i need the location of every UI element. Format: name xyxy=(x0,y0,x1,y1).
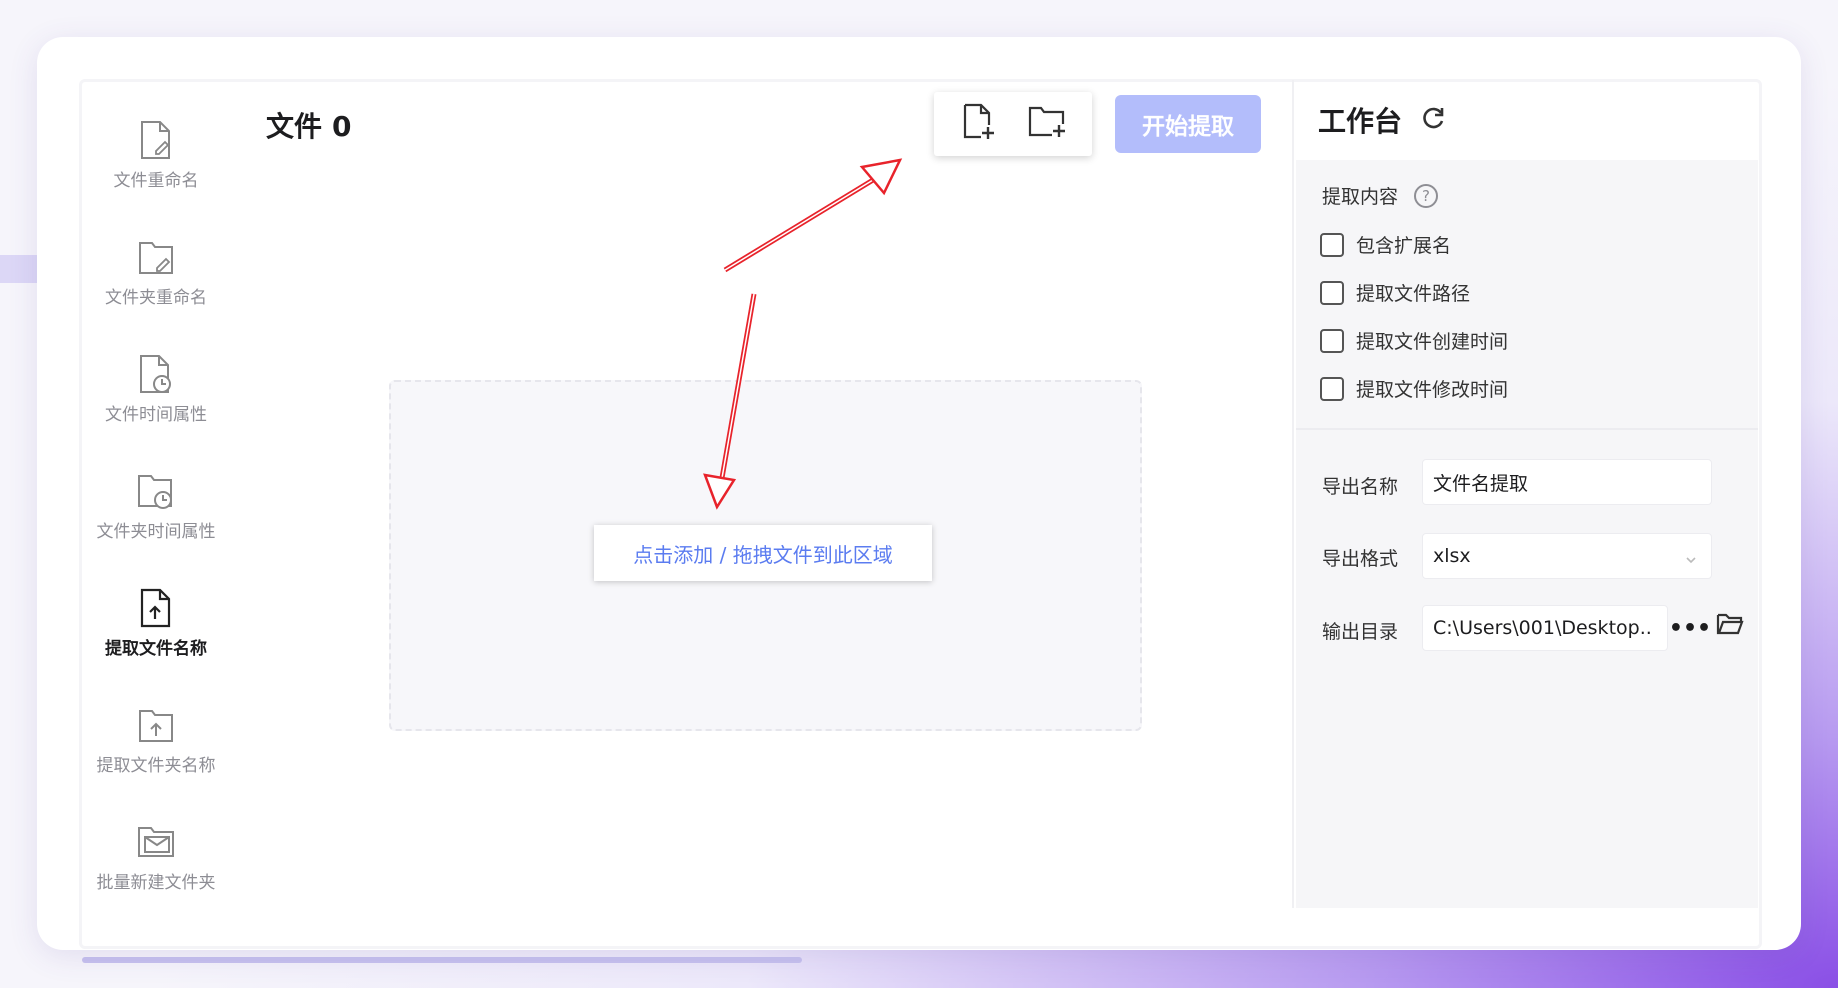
sidebar-item-folder-rename[interactable]: 文件夹重命名 xyxy=(76,235,236,325)
option-include-extension[interactable]: 包含扩展名 xyxy=(1320,231,1451,258)
sidebar-item-label: 文件重命名 xyxy=(113,171,199,191)
sidebar-item-label: 文件夹重命名 xyxy=(105,288,207,308)
sidebar-item-folder-time[interactable]: 文件夹时间属性 xyxy=(76,469,236,559)
export-name-value: 文件名提取 xyxy=(1433,472,1529,495)
file-count: 0 xyxy=(332,110,352,143)
start-extract-button[interactable]: 开始提取 xyxy=(1115,95,1261,153)
drop-zone-label[interactable]: 点击添加 / 拖拽文件到此区域 xyxy=(594,525,932,581)
export-name-label: 导出名称 xyxy=(1322,476,1399,498)
help-icon[interactable]: ? xyxy=(1414,183,1439,208)
export-format-value: xlsx xyxy=(1433,545,1471,567)
checkbox[interactable] xyxy=(1320,328,1344,353)
sidebar-item-batch-new-folder[interactable]: 批量新建文件夹 xyxy=(76,820,236,910)
checkbox[interactable] xyxy=(1320,280,1344,305)
file-clock-icon xyxy=(137,352,175,396)
output-dir-value: C:\Users\001\Desktop.. xyxy=(1433,617,1652,639)
export-format-select[interactable]: xlsx xyxy=(1422,533,1712,579)
sidebar-item-label: 提取文件名称 xyxy=(105,639,207,659)
export-name-input[interactable]: 文件名提取 xyxy=(1422,459,1712,505)
sidebar-item-file-rename[interactable]: 文件重命名 xyxy=(76,118,236,208)
file-upload-icon xyxy=(137,586,175,630)
workbench-header: 工作台 xyxy=(1318,100,1446,140)
option-extract-path[interactable]: 提取文件路径 xyxy=(1320,279,1470,306)
output-dir-label: 输出目录 xyxy=(1322,621,1399,643)
add-file-icon xyxy=(962,103,996,145)
refresh-icon[interactable] xyxy=(1420,105,1446,135)
folder-edit-icon xyxy=(137,235,175,279)
chevron-down-icon xyxy=(1685,548,1697,570)
option-extract-created-time[interactable]: 提取文件创建时间 xyxy=(1320,327,1508,354)
page-title: 文件 0 xyxy=(266,105,362,145)
sidebar-item-label: 文件时间属性 xyxy=(105,405,207,425)
option-extract-modified-time[interactable]: 提取文件修改时间 xyxy=(1320,375,1508,402)
open-folder-icon[interactable] xyxy=(1716,612,1744,640)
sidebar-item-label: 批量新建文件夹 xyxy=(96,873,216,893)
checkbox[interactable] xyxy=(1320,232,1344,257)
option-label: 包含扩展名 xyxy=(1356,235,1452,257)
sidebar-item-label: 文件夹时间属性 xyxy=(96,522,216,542)
option-label: 提取文件创建时间 xyxy=(1356,331,1509,353)
sidebar-item-label: 提取文件夹名称 xyxy=(96,756,216,776)
checkbox[interactable] xyxy=(1320,376,1344,401)
workbench-title: 工作台 xyxy=(1318,105,1403,138)
add-folder-button[interactable] xyxy=(1026,102,1070,146)
file-title-label: 文件 xyxy=(266,110,323,143)
extract-content-heading: 提取内容 ? xyxy=(1322,182,1439,209)
option-label: 提取文件修改时间 xyxy=(1356,379,1509,401)
browse-more-button[interactable]: ••• xyxy=(1668,605,1712,651)
file-edit-icon xyxy=(137,118,175,162)
add-file-button[interactable] xyxy=(957,102,1001,146)
sidebar-item-extract-file-name[interactable]: 提取文件名称 xyxy=(76,586,236,676)
export-format-label: 导出格式 xyxy=(1322,548,1399,570)
option-label: 提取文件路径 xyxy=(1356,283,1471,305)
sidebar-item-file-time[interactable]: 文件时间属性 xyxy=(76,352,236,442)
add-folder-icon xyxy=(1028,105,1068,143)
sidebar-item-extract-folder-name[interactable]: 提取文件夹名称 xyxy=(76,703,236,793)
output-dir-input[interactable]: C:\Users\001\Desktop.. xyxy=(1422,605,1668,651)
horizontal-scrollbar[interactable] xyxy=(82,957,802,963)
panel-divider xyxy=(1292,80,1294,908)
add-toolbar xyxy=(934,92,1092,156)
folder-clock-icon xyxy=(137,469,175,513)
folder-mail-icon xyxy=(137,820,175,864)
section-divider xyxy=(1296,428,1758,430)
extract-content-label: 提取内容 xyxy=(1322,186,1399,208)
folder-upload-icon xyxy=(137,703,175,747)
